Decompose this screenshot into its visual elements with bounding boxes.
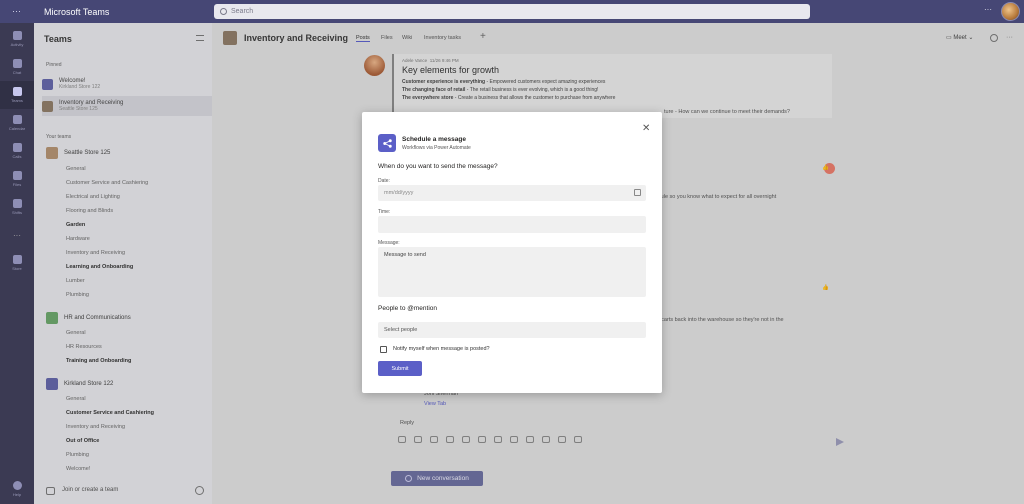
dialog-title: Schedule a message <box>402 136 466 143</box>
calendar-icon[interactable] <box>634 189 641 196</box>
rail-item-calendar[interactable]: Calendar <box>0 109 34 137</box>
dialog-question: When do you want to send the message? <box>378 163 498 170</box>
time-label: Time: <box>378 209 391 215</box>
rail-item-calls[interactable]: Calls <box>0 137 34 165</box>
rail-item-store[interactable]: Store <box>0 249 34 277</box>
chat-icon <box>12 59 22 68</box>
search-input[interactable]: Search <box>231 8 253 15</box>
date-field[interactable]: mm/dd/yyyy <box>378 185 646 201</box>
help-icon <box>12 481 22 490</box>
calendar-icon <box>12 115 22 124</box>
notify-label: Notify myself when message is posted? <box>393 346 490 352</box>
app-title: Microsoft Teams <box>44 6 110 17</box>
rail-more-icon[interactable]: ··· <box>0 221 34 249</box>
people-picker[interactable]: Select people <box>378 322 646 338</box>
submit-button[interactable]: Submit <box>378 361 422 376</box>
search-box[interactable]: Search <box>214 4 810 19</box>
notify-checkbox[interactable] <box>380 346 387 353</box>
date-label: Date: <box>378 178 390 184</box>
store-icon <box>12 255 22 264</box>
rail-item-teams[interactable]: Teams <box>0 81 34 109</box>
search-icon <box>220 8 227 15</box>
time-field[interactable] <box>378 216 646 233</box>
rail-item-files[interactable]: Files <box>0 165 34 193</box>
app-rail: Activity Chat Teams Calendar Calls Files… <box>0 23 34 504</box>
rail-item-shifts[interactable]: Shifts <box>0 193 34 221</box>
phone-icon <box>12 143 22 152</box>
schedule-message-dialog: ✕ Schedule a message Workflows via Power… <box>362 112 662 393</box>
bell-icon <box>12 31 22 40</box>
message-label: Message: <box>378 240 400 246</box>
rail-item-activity[interactable]: Activity <box>0 25 34 53</box>
teams-icon <box>12 87 22 96</box>
rail-item-chat[interactable]: Chat <box>0 53 34 81</box>
more-options-icon[interactable]: ··· <box>984 5 992 14</box>
dialog-subtitle: Workflows via Power Automate <box>402 145 471 151</box>
close-icon[interactable]: ✕ <box>642 123 650 134</box>
message-textarea[interactable]: Message to send <box>378 247 646 297</box>
workflow-icon <box>378 134 396 152</box>
app-grid-icon[interactable]: ⋯ <box>0 0 34 23</box>
title-bar: ⋯ Microsoft Teams Search ··· <box>0 0 1024 23</box>
rail-item-help[interactable]: Help <box>0 475 34 503</box>
user-avatar[interactable] <box>1001 2 1020 21</box>
clock-icon <box>12 199 22 208</box>
people-label: People to @mention <box>378 305 437 312</box>
file-icon <box>12 171 22 180</box>
